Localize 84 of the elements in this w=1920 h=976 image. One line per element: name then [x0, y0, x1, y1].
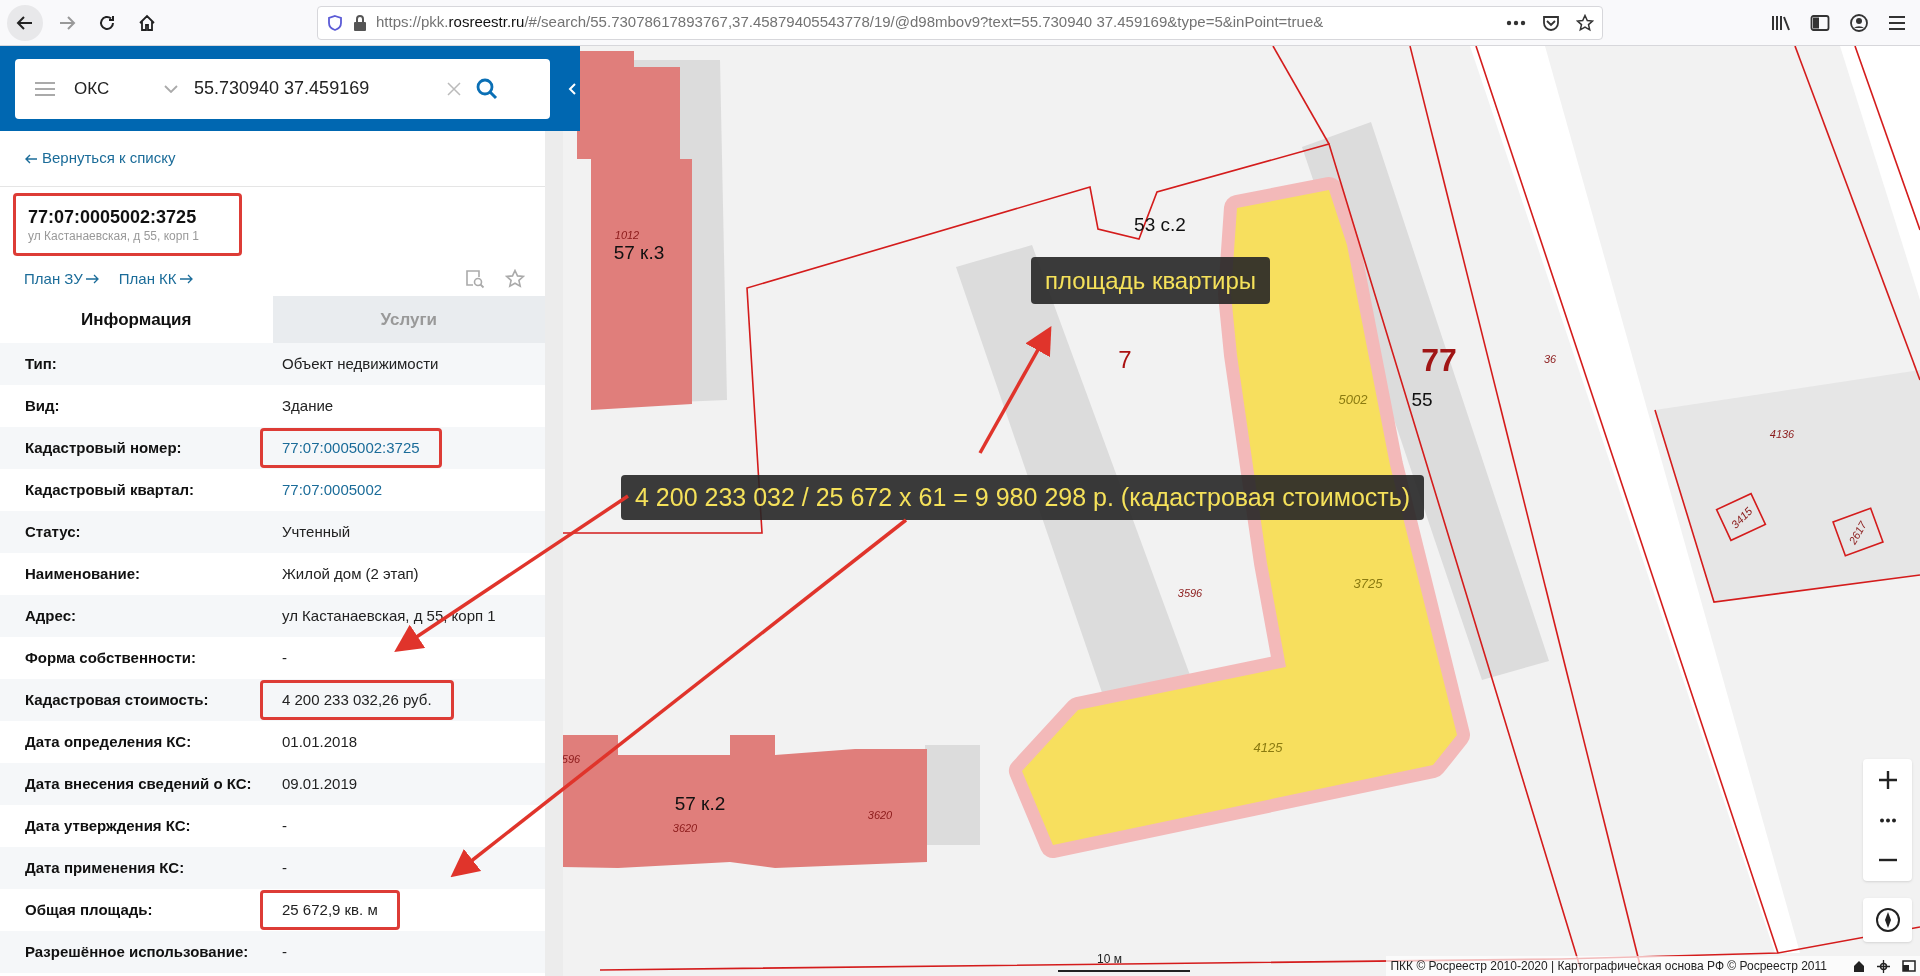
crosshair-icon[interactable] — [1877, 959, 1890, 973]
search-icon[interactable] — [476, 77, 498, 100]
plus-icon — [1877, 770, 1898, 790]
map-label: 1012 — [614, 229, 640, 241]
search-field[interactable]: 55.730940 37.459169 — [194, 75, 444, 102]
field-value: 25 672,9 кв. м — [260, 889, 400, 931]
compass-icon — [1874, 907, 1901, 933]
field-value: Объект недвижимости — [282, 353, 439, 374]
field-value: Здание — [282, 395, 334, 416]
annotation-label: 4 200 233 032 / 25 672 x 61 = 9 980 298 р. (кадастровая стоимость) — [621, 475, 1425, 520]
field-value: 4 200 233 032,26 руб. — [260, 679, 454, 721]
field-label: Кадастровый номер: — [24, 437, 183, 458]
shield-icon[interactable] — [326, 13, 344, 32]
field-label: Дата внесения сведений о КС: — [24, 773, 253, 794]
field-label: Разрешённое использование: — [24, 941, 250, 962]
field-label: Наименование: — [24, 563, 142, 584]
field-label: Кадастровая стоимость: — [24, 689, 210, 710]
star-icon[interactable] — [505, 269, 525, 289]
map-label: 7 — [1118, 348, 1132, 372]
minus-icon — [1877, 858, 1898, 862]
back-button[interactable] — [7, 4, 43, 41]
account-icon[interactable] — [1849, 12, 1869, 33]
field-value: - — [282, 815, 287, 836]
plan-link[interactable]: План КК — [118, 267, 193, 291]
more-dots-icon — [1878, 817, 1897, 823]
field-value: Учтенный — [282, 521, 351, 542]
compass-button[interactable] — [1863, 898, 1912, 942]
attribution-text: ПКК © Росреестр 2010-2020 | Картографическая основа РФ © Росреестр 2011 — [1390, 958, 1827, 975]
map-label: 4136 — [1769, 428, 1795, 440]
menu-icon[interactable] — [1888, 14, 1906, 31]
field-value: Жилой дом (2 этап) — [282, 563, 419, 584]
back-link[interactable]: Вернуться к списку — [24, 147, 176, 170]
arrow-right-icon — [179, 274, 193, 284]
plot-outline — [1832, 507, 1884, 557]
object-address: ул Кастанаевская, д 55, корп 1 — [28, 227, 200, 244]
field-label: Вид: — [24, 395, 61, 416]
address-bar[interactable]: https://pkk.rosreestr.ru/#/search/55.73078617893767,37.45879405543778/19/@d98mbov9?text=55.730940 37.459169&type=5&inPoint=true& — [317, 5, 1603, 40]
field-label: Адрес: — [24, 605, 77, 626]
field-link[interactable]: 77:07:0005002:3725 — [260, 427, 442, 469]
field-label: Общая площадь: — [24, 899, 154, 920]
map-label: 3620 — [867, 809, 893, 821]
field-label: Дата определения КС: — [24, 731, 193, 752]
chevron-left-icon — [567, 82, 576, 95]
field-value: 01.01.2018 — [282, 731, 358, 752]
search-box[interactable]: ОКС 55.730940 37.459169 — [15, 58, 550, 119]
map-label: 55 — [1411, 389, 1433, 409]
object-number: 77:07:0005002:3725 — [28, 205, 198, 228]
field-value: - — [282, 857, 287, 878]
scale-label: 10 м — [1097, 951, 1122, 968]
map-label: 3596 — [1177, 587, 1203, 599]
map-label: 4125 — [1253, 740, 1283, 754]
map-label: 57 к.2 — [674, 793, 726, 813]
field-link[interactable]: 77:07:0005002 — [282, 478, 383, 502]
plot-outline — [1715, 492, 1767, 542]
home-icon[interactable] — [1853, 960, 1865, 972]
arrow-left-icon — [24, 153, 38, 164]
map-label: 57 к.3 — [613, 242, 665, 262]
lock-icon[interactable] — [352, 13, 368, 32]
map-label: 5002 — [1338, 392, 1368, 406]
field-value: - — [282, 941, 287, 962]
pocket-icon[interactable] — [1542, 13, 1560, 32]
layers-icon[interactable] — [1902, 960, 1916, 972]
field-label: Статус: — [24, 521, 82, 542]
field-value: - — [282, 647, 287, 668]
map-label: 77 — [1421, 344, 1457, 376]
url-text: https://pkk.rosreestr.ru/#/search/55.73078617893767,37.45879405543778/19/@d98mbov9?text=55.730940 37.459169&type=5&inPoint=true& — [376, 12, 1324, 33]
star-icon[interactable] — [1576, 13, 1594, 32]
more-dots-icon[interactable] — [1506, 19, 1526, 26]
home-icon[interactable] — [137, 12, 157, 33]
library-icon[interactable] — [1771, 13, 1791, 32]
field-value: 09.01.2019 — [282, 773, 358, 794]
sidebar-icon[interactable] — [1810, 13, 1830, 32]
field-label: Кадастровый квартал: — [24, 479, 196, 500]
map-label: 3725 — [1353, 576, 1383, 590]
field-label: Тип: — [24, 353, 58, 374]
map-label: 36 — [1543, 353, 1557, 365]
annotation-label: площадь квартиры — [1031, 257, 1271, 304]
arrow-right-icon — [85, 274, 99, 284]
plan-link[interactable]: План ЗУ — [24, 267, 99, 291]
field-label: Дата применения КС: — [24, 857, 186, 878]
map-label: 3620 — [672, 822, 698, 834]
field-label: Форма собственности: — [24, 647, 197, 668]
category-select[interactable]: ОКС — [74, 75, 164, 102]
field-label: Дата утверждения КС: — [24, 815, 192, 836]
